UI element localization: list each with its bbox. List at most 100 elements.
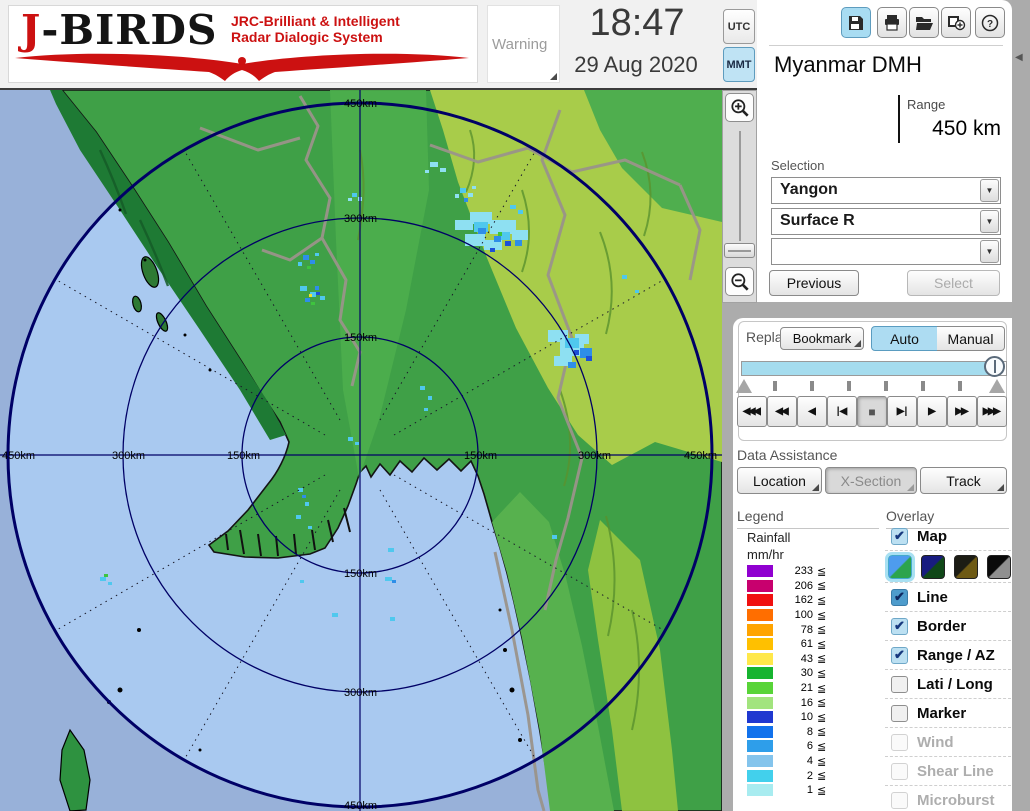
overlay-item-label: Lati / Long [917,676,993,693]
location-button[interactable]: Location [737,467,822,494]
legend-value: 2 [777,770,813,782]
radar-map[interactable]: 450km 300km 150km 150km 300km 450km 450k… [0,90,722,811]
timeline-fill [742,362,988,375]
timezone-utc-button[interactable]: UTC [723,9,755,44]
checkbox-line[interactable]: ✔ [891,589,908,606]
overlay-item-label: Border [917,618,966,635]
step-forward-button[interactable]: ▶| [887,396,917,427]
timeline-tick [884,381,888,391]
overlay-item-border[interactable]: ✔ Border [885,612,1011,641]
overlay-item-map[interactable]: ✔ Map [885,522,1011,551]
legend-swatch [747,565,773,577]
track-button[interactable]: Track [920,467,1007,494]
zoom-slider-thumb[interactable] [724,243,755,258]
overlay-item-shear-line: Shear Line [885,757,1011,786]
site-dropdown[interactable]: Yangon ▼ [771,177,1001,204]
legend-value: 61 [777,638,813,650]
svg-text:?: ? [987,19,993,30]
checkbox-border[interactable]: ✔ [891,618,908,635]
map-theme-swatch-1[interactable] [888,555,912,579]
bookmark-button[interactable]: Bookmark [780,327,864,350]
legend-row: 2≦ [739,768,879,783]
legend-value: 4 [777,755,813,767]
overlay-item-lati-long[interactable]: Lati / Long [885,670,1011,699]
timeline-end-marker[interactable] [989,379,1005,393]
legend-row: 16≦ [739,695,879,710]
legend-swatch [747,755,773,767]
zoom-out-button[interactable] [725,267,754,296]
timeline-start-marker[interactable] [736,379,752,393]
range-divider [898,95,900,143]
checkbox-map[interactable]: ✔ [891,528,908,545]
map-theme-row [885,551,1011,583]
timeline-tick [921,381,925,391]
fast-rewind-button[interactable]: ◀◀◀ [737,396,767,427]
legend-swatch [747,697,773,709]
timeline-tick [773,381,777,391]
lte-icon: ≦ [817,652,826,665]
save-icon [846,13,866,33]
legend-row: 233≦ [739,564,879,579]
product-dropdown[interactable]: Surface R ▼ [771,208,1001,235]
fast-forward-button[interactable]: ▶▶ [947,396,977,427]
timezone-mmt-button[interactable]: MMT [723,47,755,82]
replay-manual-button[interactable]: Manual [937,326,1005,351]
range-label: 450km [344,98,377,110]
overlay-item-line[interactable]: ✔ Line [885,583,1011,612]
timeline-tick [958,381,962,391]
map-theme-swatch-2[interactable] [921,555,945,579]
logo-subtitle: JRC-Brilliant & Intelligent Radar Dialog… [231,13,400,45]
play-button[interactable]: ▶ [917,396,947,427]
legend-swatch [747,667,773,679]
save-button[interactable] [841,7,871,38]
panel-collapse-strip[interactable]: ◀ [1012,0,1030,811]
play-backward-button[interactable]: ◀ [797,396,827,427]
clock-date: 29 Aug 2020 [545,52,727,78]
lte-icon: ≦ [817,711,826,724]
replay-auto-button[interactable]: Auto [871,326,938,351]
add-image-button[interactable] [941,7,971,38]
logo-title: J-BIRDS [21,6,218,54]
overlay-item-range-az[interactable]: ✔ Range / AZ [885,641,1011,670]
legend-row: 206≦ [739,579,879,594]
timeline-slider[interactable] [741,361,1007,376]
help-button[interactable]: ? [975,7,1005,38]
legend-value: 233 [777,565,813,577]
print-button[interactable] [877,7,907,38]
chevron-down-icon[interactable]: ▼ [980,210,999,233]
zoom-slider-track[interactable] [739,131,741,241]
range-label: 450km [344,800,377,811]
select-button[interactable]: Select [907,270,1000,296]
overlay-item-label: Wind [917,734,954,751]
legend-row: 6≦ [739,739,879,754]
map-theme-swatch-4[interactable] [987,555,1011,579]
rewind-button[interactable]: ◀◀ [767,396,797,427]
range-label: 150km [464,450,497,462]
previous-button[interactable]: Previous [769,270,859,296]
chevron-down-icon[interactable]: ▼ [980,240,999,263]
checkbox-lati-long[interactable] [891,676,908,693]
site-dropdown-value: Yangon [780,181,838,199]
map-theme-swatch-3[interactable] [954,555,978,579]
range-label: 150km [344,568,377,580]
checkbox-range-az[interactable]: ✔ [891,647,908,664]
timeline-handle[interactable] [984,356,1005,377]
option-dropdown[interactable]: ▼ [771,238,1001,265]
chevron-down-icon[interactable]: ▼ [980,179,999,202]
print-icon [882,13,902,33]
overlay-item-marker[interactable]: Marker [885,699,1011,728]
legend-row: 43≦ [739,652,879,667]
overlay-item-label: Range / AZ [917,647,995,664]
x-section-button[interactable]: X-Section [825,467,917,494]
stop-button[interactable]: ■ [857,396,887,427]
fastest-forward-button[interactable]: ▶▶▶ [977,396,1007,427]
open-folder-button[interactable] [909,7,939,38]
lte-icon: ≦ [817,682,826,695]
jbirds-window: 450km 300km 150km 150km 300km 450km 450k… [0,0,1030,811]
collapse-arrow-icon[interactable]: ◀ [1015,52,1023,63]
zoom-in-button[interactable] [725,93,754,122]
step-back-button[interactable]: |◀ [827,396,857,427]
map-zoom-panel [722,90,757,303]
checkbox-shear-line [891,763,908,780]
checkbox-marker[interactable] [891,705,908,722]
